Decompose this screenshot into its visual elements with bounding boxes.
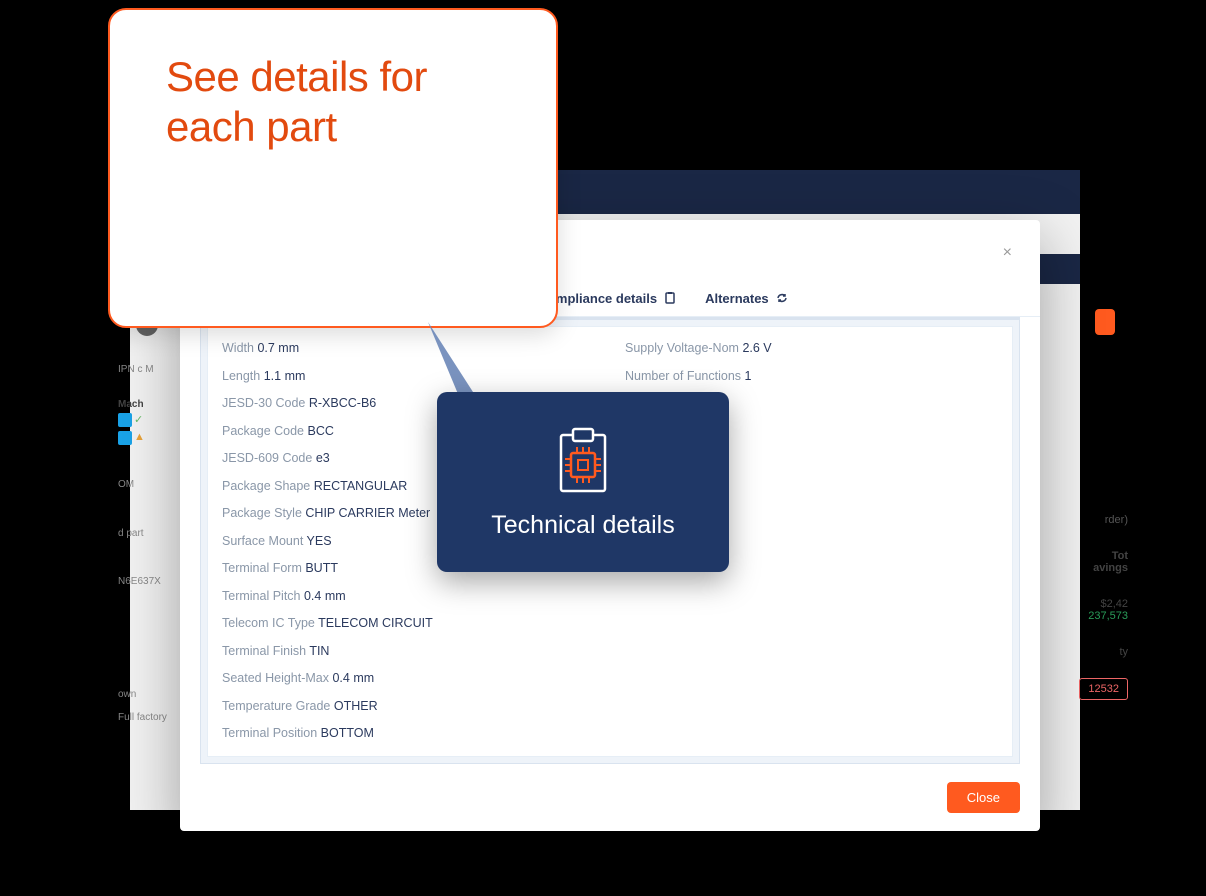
spec-row: Temperature Grade OTHER [222, 693, 595, 721]
bg-label: Mach [118, 399, 144, 410]
check-icon: ✓ [134, 413, 143, 427]
checkbox-icon[interactable] [118, 431, 132, 445]
spec-row: Supply Voltage-Nom 2.6 V [625, 335, 998, 363]
spec-value: 1.1 mm [264, 369, 306, 383]
spec-value: 0.4 mm [332, 671, 374, 685]
callout-title: See details for each part [166, 52, 500, 153]
orange-button-fragment[interactable] [1095, 309, 1115, 335]
spec-value: 0.4 mm [304, 589, 346, 603]
bg-right-col: rder) Tot avings $2,42 237,573 ty 12532 [1038, 514, 1128, 700]
spec-value: RECTANGULAR [314, 479, 408, 493]
modal-footer: Close [180, 764, 1040, 813]
spec-label: Number of Functions [625, 369, 745, 383]
bg-text: Tot [1038, 550, 1128, 562]
spec-row: Terminal Position BOTTOM [222, 720, 595, 748]
clipboard-icon [663, 291, 677, 305]
spec-label: Seated Height-Max [222, 671, 332, 685]
spec-value: 0.7 mm [257, 341, 299, 355]
bg-label: d part [118, 528, 144, 539]
spec-value: 2.6 V [742, 341, 771, 355]
spec-label: Package Shape [222, 479, 314, 493]
spec-row: Terminal Pitch 0.4 mm [222, 583, 595, 611]
spec-value: BCC [307, 424, 333, 438]
spec-label: Terminal Position [222, 726, 321, 740]
spec-label: Terminal Pitch [222, 589, 304, 603]
spec-value: e3 [316, 451, 330, 465]
refresh-icon [775, 291, 789, 305]
spec-row: Length 1.1 mm [222, 363, 595, 391]
spec-label: Width [222, 341, 257, 355]
spec-label: Package Code [222, 424, 307, 438]
spec-label: JESD-609 Code [222, 451, 316, 465]
callout-card: See details for each part [108, 8, 558, 328]
spec-label: JESD-30 Code [222, 396, 309, 410]
bg-text: ty [1038, 646, 1128, 658]
clipboard-chip-icon [551, 425, 615, 495]
banner-label: Technical details [491, 511, 674, 540]
spec-value: OTHER [334, 699, 378, 713]
spec-row: Number of Functions 1 [625, 363, 998, 391]
bg-label: OM [118, 479, 134, 490]
bg-label: Full factory [118, 712, 167, 723]
bg-text: rder) [1038, 514, 1128, 526]
spec-row: Terminal Finish TIN [222, 638, 595, 666]
spec-value: TIN [309, 644, 329, 658]
tab-alternates[interactable]: Alternates [691, 280, 803, 316]
spec-label: Surface Mount [222, 534, 307, 548]
spec-label: Package Style [222, 506, 305, 520]
close-icon[interactable]: × [995, 240, 1020, 266]
spec-value: TELECOM CIRCUIT [318, 616, 433, 630]
warning-icon: ▲ [134, 431, 145, 445]
spec-value: R-XBCC-B6 [309, 396, 376, 410]
bg-amount: $2,42 [1038, 598, 1128, 610]
spec-label: Terminal Finish [222, 644, 309, 658]
bg-qty-box[interactable]: 12532 [1079, 678, 1128, 700]
spec-row: Width 0.7 mm [222, 335, 595, 363]
spec-row: Seated Height-Max 0.4 mm [222, 665, 595, 693]
close-button[interactable]: Close [947, 782, 1020, 813]
spec-value: 1 [745, 369, 752, 383]
spec-value: CHIP CARRIER Meter [305, 506, 430, 520]
checkbox-icon[interactable] [118, 413, 132, 427]
bg-label: own [118, 689, 136, 700]
spec-value: YES [307, 534, 332, 548]
bg-amount: 237,573 [1038, 610, 1128, 622]
spec-label: Terminal Form [222, 561, 305, 575]
spec-label: Length [222, 369, 264, 383]
bg-label: N6E637X [118, 576, 161, 587]
spec-value: BOTTOM [321, 726, 374, 740]
spec-label: Temperature Grade [222, 699, 334, 713]
bg-text: avings [1038, 562, 1128, 574]
spec-label: Telecom IC Type [222, 616, 318, 630]
bg-label: IPN c M [118, 364, 154, 375]
spec-value: BUTT [305, 561, 338, 575]
spec-row: Telecom IC Type TELECOM CIRCUIT [222, 610, 595, 638]
spec-label: Supply Voltage-Nom [625, 341, 742, 355]
tab-label: Alternates [705, 291, 769, 306]
technical-details-banner: Technical details [437, 392, 729, 572]
